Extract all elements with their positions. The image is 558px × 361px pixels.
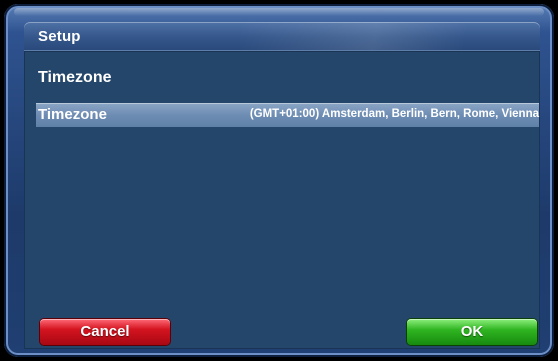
section-heading: Timezone bbox=[38, 69, 112, 86]
dialog-title: Setup bbox=[38, 28, 81, 45]
cancel-button[interactable]: Cancel bbox=[40, 319, 170, 345]
titlebar-sheen bbox=[240, 22, 540, 50]
dialog-content: Timezone Timezone (GMT+01:00) Amsterdam,… bbox=[24, 50, 540, 349]
timezone-setting-value[interactable]: (GMT+01:00) Amsterdam, Berlin, Bern, Rom… bbox=[250, 108, 539, 120]
dialog-titlebar: Setup bbox=[24, 22, 540, 50]
timezone-setting-label: Timezone bbox=[38, 106, 107, 123]
timezone-setting-row[interactable]: Timezone (GMT+01:00) Amsterdam, Berlin, … bbox=[36, 103, 539, 127]
setup-dialog: Setup Timezone Timezone (GMT+01:00) Amst… bbox=[4, 4, 554, 357]
ok-button[interactable]: OK bbox=[407, 319, 537, 345]
